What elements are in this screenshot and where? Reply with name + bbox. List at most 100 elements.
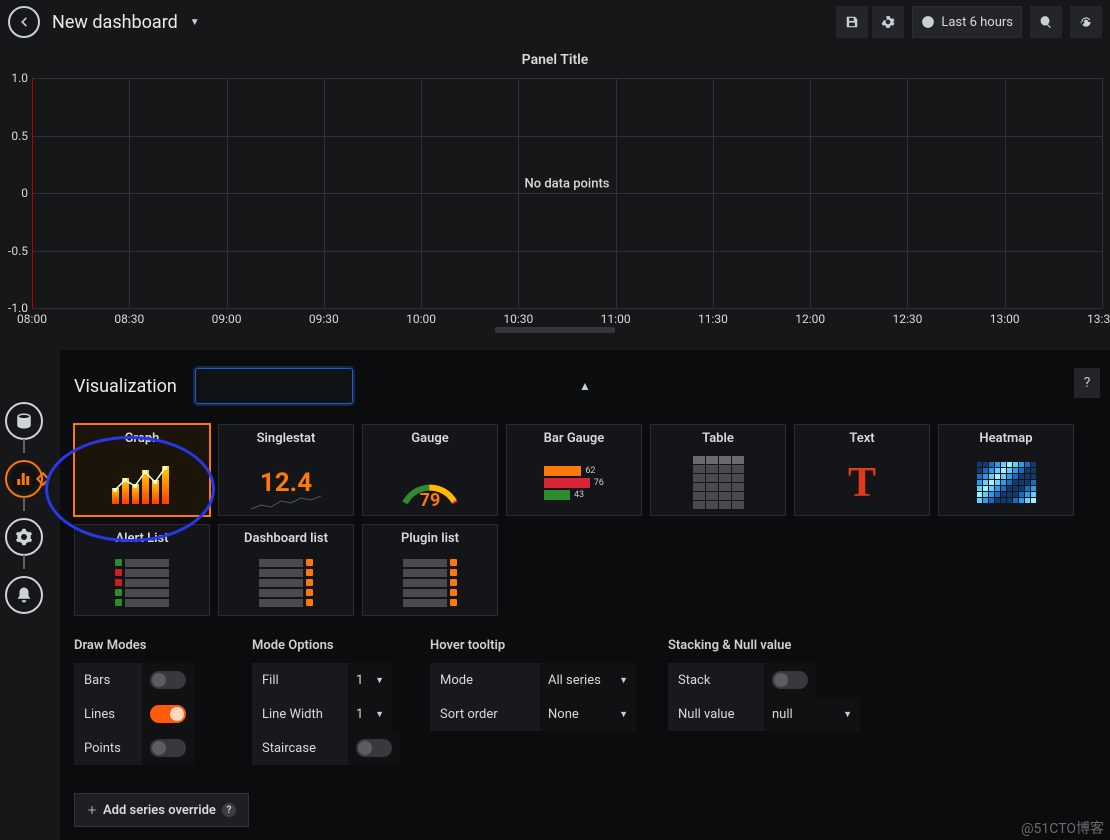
panel-resize-handle[interactable] xyxy=(495,327,615,333)
toggle[interactable] xyxy=(772,671,808,689)
time-range-button[interactable]: Last 6 hours xyxy=(912,6,1022,38)
alertlist-thumb-icon xyxy=(115,559,169,607)
stacking-group: Stacking & Null value StackNull valuenul… xyxy=(668,638,878,765)
option-row: Sort orderNone▼ xyxy=(430,697,640,731)
toggle[interactable] xyxy=(150,739,186,757)
x-axis-tick: 11:00 xyxy=(601,312,631,326)
y-axis-tick: 1.0 xyxy=(4,71,28,85)
group-label: Stacking & Null value xyxy=(668,638,878,653)
x-axis-tick: 08:30 xyxy=(114,312,144,326)
chart-area[interactable]: 1.00.50-0.5-1.008:0008:3009:0009:3010:00… xyxy=(32,72,1102,327)
draw-modes-group: Draw Modes BarsLinesPoints xyxy=(74,638,224,765)
option-row: Lines xyxy=(74,697,224,731)
refresh-button[interactable] xyxy=(1070,6,1102,38)
viz-card-label: Dashboard list xyxy=(244,531,328,546)
option-label: Mode xyxy=(430,663,540,697)
panel: Panel Title 1.00.50-0.5-1.008:0008:3009:… xyxy=(0,44,1110,333)
database-icon xyxy=(15,412,33,430)
x-axis-tick: 13:30 xyxy=(1087,312,1110,326)
viz-card-bar-gauge[interactable]: Bar Gauge627643 xyxy=(506,424,642,516)
group-label: Mode Options xyxy=(252,638,402,653)
info-icon: ? xyxy=(222,803,236,817)
group-label: Draw Modes xyxy=(74,638,224,653)
heatmap-thumb-icon xyxy=(977,462,1036,503)
viz-card-heatmap[interactable]: Heatmap xyxy=(938,424,1074,516)
viz-picker-grid: Graph Singlestat 12.4 Gauge79Bar Gauge62764… xyxy=(74,424,1096,616)
collapse-toggle[interactable]: ▲ xyxy=(579,379,591,393)
option-label: Line Width xyxy=(252,697,348,731)
option-label: Sort order xyxy=(430,697,540,731)
back-button[interactable] xyxy=(8,6,40,38)
viz-search-input[interactable] xyxy=(210,379,376,394)
x-axis-tick: 10:00 xyxy=(406,312,436,326)
option-row: Bars xyxy=(74,663,224,697)
viz-card-alert-list[interactable]: Alert List xyxy=(74,524,210,616)
select[interactable]: 1▼ xyxy=(348,663,392,697)
x-axis-tick: 10:30 xyxy=(503,312,533,326)
navbar: New dashboard ▼ Last 6 hours xyxy=(0,0,1110,44)
select[interactable]: None▼ xyxy=(540,697,636,731)
add-override-label: Add series override xyxy=(103,803,216,818)
cog-small-icon xyxy=(15,528,33,546)
option-label: Stack xyxy=(668,663,764,697)
watermark: @51CTO博客 xyxy=(1021,818,1104,838)
editor-side-rail xyxy=(2,392,46,624)
option-label: Fill xyxy=(252,663,348,697)
option-row: Fill1▼ xyxy=(252,663,402,697)
zoom-out-icon xyxy=(1039,15,1053,29)
time-range-label: Last 6 hours xyxy=(941,15,1013,30)
option-label: Points xyxy=(74,731,142,765)
plus-icon xyxy=(87,805,97,815)
viz-card-dashboard-list[interactable]: Dashboard list xyxy=(218,524,354,616)
caret-down-icon[interactable]: ▼ xyxy=(190,17,200,28)
save-button[interactable] xyxy=(836,6,868,38)
help-button[interactable]: ? xyxy=(1074,368,1100,398)
x-axis-tick: 08:00 xyxy=(17,312,47,326)
list-thumb-icon xyxy=(403,559,457,607)
option-label: Lines xyxy=(74,697,142,731)
select[interactable]: 1▼ xyxy=(348,697,392,731)
viz-card-singlestat[interactable]: Singlestat 12.4 xyxy=(218,424,354,516)
mode-options-group: Mode Options Fill1▼Line Width1▼Staircase xyxy=(252,638,402,765)
hover-tooltip-group: Hover tooltip ModeAll series▼Sort orderN… xyxy=(430,638,640,765)
select[interactable]: All series▼ xyxy=(540,663,636,697)
rail-alert[interactable] xyxy=(2,566,46,624)
graph-thumb-icon xyxy=(110,460,174,506)
viz-card-label: Heatmap xyxy=(979,431,1032,446)
select[interactable]: null▼ xyxy=(764,697,860,731)
zoom-out-button[interactable] xyxy=(1030,6,1062,38)
panel-title[interactable]: Panel Title xyxy=(4,44,1106,72)
x-axis-tick: 09:30 xyxy=(309,312,339,326)
save-icon xyxy=(845,15,859,29)
viz-card-graph[interactable]: Graph xyxy=(74,424,210,516)
viz-card-label: Gauge xyxy=(411,431,449,446)
x-axis-tick: 09:00 xyxy=(212,312,242,326)
clock-icon xyxy=(921,15,935,29)
viz-card-gauge[interactable]: Gauge79 xyxy=(362,424,498,516)
toggle[interactable] xyxy=(150,671,186,689)
viz-card-table[interactable]: Table xyxy=(650,424,786,516)
viz-card-plugin-list[interactable]: Plugin list xyxy=(362,524,498,616)
settings-button[interactable] xyxy=(872,6,904,38)
add-series-override-button[interactable]: Add series override ? xyxy=(74,793,249,827)
y-axis-tick: 0.5 xyxy=(4,129,28,143)
singlestat-sample: 12.4 xyxy=(260,468,312,498)
y-axis-tick: 0 xyxy=(4,186,28,200)
list-thumb-icon xyxy=(259,559,313,607)
dashboard-title[interactable]: New dashboard xyxy=(52,12,178,33)
viz-card-text[interactable]: TextT xyxy=(794,424,930,516)
viz-card-label: Singlestat xyxy=(257,431,316,446)
editor-panel: Visualization ▲ ? Graph Singlestat 12.4 Gau… xyxy=(60,350,1110,840)
section-title: Visualization xyxy=(74,376,177,397)
group-label: Hover tooltip xyxy=(430,638,640,653)
table-thumb-icon xyxy=(693,456,744,509)
option-row: Staircase xyxy=(252,731,402,765)
viz-card-label: Graph xyxy=(125,431,160,446)
toggle[interactable] xyxy=(356,739,392,757)
time-cursor xyxy=(32,78,33,308)
viz-card-label: Bar Gauge xyxy=(544,431,605,446)
option-label: Null value xyxy=(668,697,764,731)
toggle[interactable] xyxy=(150,705,186,723)
gear-icon xyxy=(881,15,895,29)
viz-search[interactable] xyxy=(195,368,353,404)
